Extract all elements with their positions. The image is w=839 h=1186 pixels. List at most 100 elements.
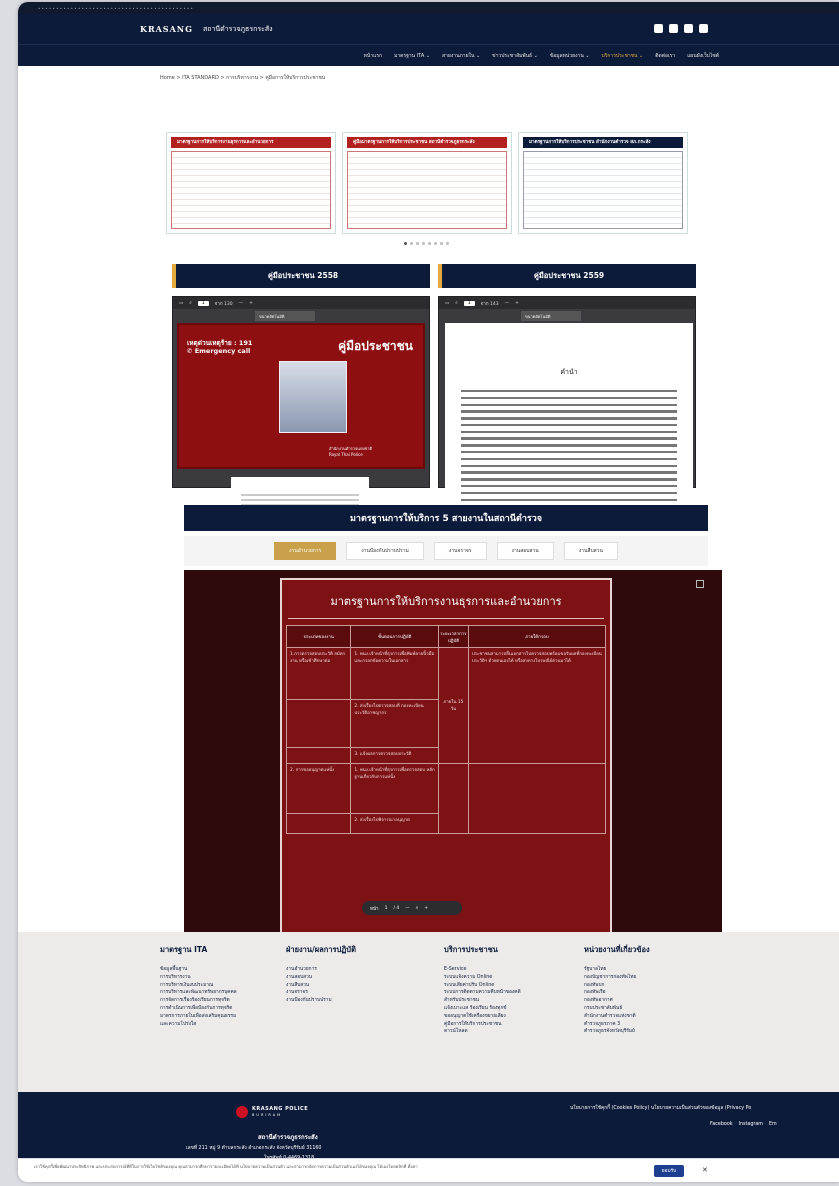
footer-link[interactable]: E-Service	[444, 966, 521, 974]
pdf-viewer-2558[interactable]: ▭ ⌕ 1 จาก 130 — + ขนาดอัตโนมัติ เหตุด่วน…	[172, 296, 430, 597]
footer-col-units: ฝ่ายงาน/ผลการปฏิบัติ งานอำนวยการ งานสอบส…	[286, 944, 356, 1005]
tiktok-icon[interactable]	[669, 24, 678, 33]
sidebar-toggle-icon[interactable]: ▭	[179, 301, 183, 306]
footer-link[interactable]: การบริหารและพัฒนาทรัพยากรบุคคล	[160, 989, 237, 997]
zoom-in-icon[interactable]: +	[424, 906, 428, 911]
carousel-dot[interactable]	[410, 242, 413, 245]
banner-slide[interactable]: มาตรฐานการให้บริการงานธุรการและอำนวยการ	[166, 132, 336, 234]
footer-link[interactable]: คู่มือการให้บริการประชาชน	[444, 1021, 521, 1029]
footer-link[interactable]: กรมประชาสัมพันธ์	[584, 1005, 650, 1013]
footer-link[interactable]: ระบบการติดตามความคืบหน้าของคดี	[444, 989, 521, 997]
footer-email-link[interactable]: Em	[769, 1122, 777, 1127]
footer-facebook-link[interactable]: Facebook	[710, 1122, 733, 1127]
footer-link[interactable]: การบริหารงาน	[160, 974, 237, 982]
nav-public-services[interactable]: บริการประชาชน ⌄	[602, 52, 644, 60]
nav-home[interactable]: หน้าแรก	[364, 52, 382, 60]
zoom-out-icon[interactable]: —	[505, 301, 510, 306]
policy-links[interactable]: นโยบายการใช้คุกกี้ (Cookies Policy) นโยบ…	[570, 1104, 751, 1112]
carousel-dot[interactable]	[446, 242, 449, 245]
carousel-dot[interactable]	[428, 242, 431, 245]
footer-link[interactable]: งานป้องกันปราบปราม	[286, 997, 356, 1005]
footer-link[interactable]: งานสอบสวน	[286, 974, 356, 982]
page-number[interactable]: 1	[385, 906, 388, 911]
carousel-dot[interactable]	[434, 242, 437, 245]
zoom-select[interactable]: ขนาดอัตโนมัติ	[521, 311, 581, 321]
zoom-in-icon[interactable]: +	[515, 301, 519, 306]
cookie-banner: เราใช้คุกกี้เพื่อพัฒนาประสิทธิภาพ และประ…	[18, 1158, 839, 1182]
manual-2558-heading: คู่มือประชาชน 2558	[172, 264, 430, 288]
banner-slide[interactable]: คู่มือมาตรฐานการให้บริการประชาชน สถานีตำ…	[342, 132, 512, 234]
zoom-out-icon[interactable]: —	[405, 906, 410, 911]
table-cell: 2. การขออนุญาตแห่นั้ง	[285, 763, 352, 814]
footer-link[interactable]: งานอำนวยการ	[286, 966, 356, 974]
banner-carousel[interactable]: มาตรฐานการให้บริการงานธุรการและอำนวยการ …	[166, 132, 688, 234]
footer-heading: หน่วยงานที่เกี่ยวข้อง	[584, 945, 650, 954]
zoom-out-icon[interactable]: —	[239, 301, 244, 306]
footer-link[interactable]: การจัดการเรื่องร้องเรียนการทุจริต	[160, 997, 237, 1005]
footer-link[interactable]: สำหรับประชาชน	[444, 997, 521, 1005]
sidebar-toggle-icon[interactable]: ▭	[445, 301, 449, 306]
facebook-icon[interactable]	[654, 24, 663, 33]
page-input[interactable]: 1	[197, 300, 209, 306]
footer-link[interactable]: ขออนุญาตใช้เครื่องขยายเสียง	[444, 1013, 521, 1021]
close-icon[interactable]: ✕	[702, 1166, 708, 1174]
footer-link[interactable]: ตำรวจภูธรจังหวัดบุรีรัมย์	[584, 1028, 650, 1036]
tab-crime-prevention[interactable]: งานป้องกันปราบปราม	[346, 542, 424, 560]
accept-cookies-button[interactable]: ยอมรับ	[654, 1165, 684, 1177]
site-title: สถานีตำรวจภูธรกระสัง	[202, 24, 273, 33]
nav-contact[interactable]: ติดต่อเรา	[655, 52, 675, 60]
pdf-toolbar: ▭ ⌕ 1 จาก 130 — +	[173, 297, 429, 309]
pdf-viewer-2559[interactable]: ▭ ⌕ 1 จาก 143 — + ขนาดอัตโนมัติ คำนำ	[438, 296, 696, 595]
nav-agency-info[interactable]: ข้อมูลหน่วยงาน ⌄	[550, 52, 590, 60]
nav-internal[interactable]: สายงานภายใน ⌄	[442, 52, 480, 60]
tab-administration[interactable]: งานอำนวยการ	[274, 542, 337, 560]
footer-link[interactable]: ข้อมูลพื้นฐาน	[160, 966, 237, 974]
footer-social: Facebook Instagram Em	[710, 1122, 777, 1127]
footer-link[interactable]: และความโปร่งใส	[160, 1021, 237, 1029]
footer-link[interactable]: ดาวน์โหลด	[444, 1028, 521, 1036]
footer-link[interactable]: กองทัพเรือ	[584, 989, 650, 997]
footer-link[interactable]: กองทัพบก	[584, 982, 650, 990]
slide-title: มาตรฐานการให้บริการประชาชน สำนักงานตำรวจ…	[523, 137, 683, 148]
youtube-icon[interactable]	[699, 24, 708, 33]
footer-link[interactable]: มาตรการภายในเพื่อส่งเสริมคุณธรรม	[160, 1013, 237, 1021]
brand-name: KRASANG POLICE	[252, 1106, 309, 1112]
tab-inquiry[interactable]: งานสอบสวน	[496, 542, 554, 560]
search-icon[interactable]: ⌕	[455, 300, 458, 306]
footer-link[interactable]: งานจราจร	[286, 989, 356, 997]
carousel-dot[interactable]	[404, 242, 407, 245]
page-input[interactable]: 1	[463, 300, 475, 306]
tab-investigation[interactable]: งานสืบสวน	[563, 542, 618, 560]
carousel-dot[interactable]	[416, 242, 419, 245]
zoom-in-icon[interactable]: +	[249, 301, 253, 306]
footer-link[interactable]: การดำเนินการเพื่อป้องกันการทุจริต	[160, 1005, 237, 1013]
footer-link[interactable]: รัฐบาลไทย	[584, 966, 650, 974]
footer-instagram-link[interactable]: Instagram	[739, 1122, 763, 1127]
site-logo[interactable]: KRASANG	[140, 24, 193, 34]
fullscreen-icon[interactable]	[696, 580, 704, 588]
footer-link[interactable]: กองบัญชาการกองทัพไทย	[584, 974, 650, 982]
footer-link[interactable]: กองทัพอากาศ	[584, 997, 650, 1005]
system-bar: • • • • • • • • • • • • • • • • • • • • …	[18, 2, 839, 14]
nav-ita[interactable]: มาตรฐาน ITA ⌄	[394, 52, 430, 60]
nav-news[interactable]: ข่าวประชาสัมพันธ์ ⌄	[492, 52, 538, 60]
footer-link[interactable]: งานสืบสวน	[286, 982, 356, 990]
carousel-dot[interactable]	[440, 242, 443, 245]
instagram-icon[interactable]	[684, 24, 693, 33]
nav-sitemap[interactable]: แผนผังเว็บไซต์	[687, 52, 719, 60]
footer-link[interactable]: การบริหารเงินงบประมาณ	[160, 982, 237, 990]
footer-link[interactable]: สำนักงานตำรวจแห่งชาติ	[584, 1013, 650, 1021]
footer-link[interactable]: ตำรวจภูธรภาค 3	[584, 1021, 650, 1029]
footer-link[interactable]: ระบบเสียค่าปรับ Online	[444, 982, 521, 990]
carousel-dot[interactable]	[422, 242, 425, 245]
zoom-search-icon[interactable]: ⌕	[416, 905, 419, 911]
standard-document-viewer[interactable]: มาตรฐานการให้บริการงานธุรการและอำนวยการ …	[184, 570, 722, 932]
search-icon[interactable]: ⌕	[189, 300, 192, 306]
zoom-select[interactable]: ขนาดอัตโนมัติ	[255, 311, 315, 321]
footer-link[interactable]: แจ้งเบาะแส ร้องเรียน ร้องทุกข์	[444, 1005, 521, 1013]
tab-traffic[interactable]: งานจราจร	[433, 542, 487, 560]
footer-link[interactable]: ระบบแจ้งความ Online	[444, 974, 521, 982]
slide-content	[523, 151, 683, 229]
banner-slide[interactable]: มาตรฐานการให้บริการประชาชน สำนักงานตำรวจ…	[518, 132, 688, 234]
manual-cover: เหตุด่วนเหตุร้าย : 191 ✆ Emergency call …	[177, 323, 425, 469]
